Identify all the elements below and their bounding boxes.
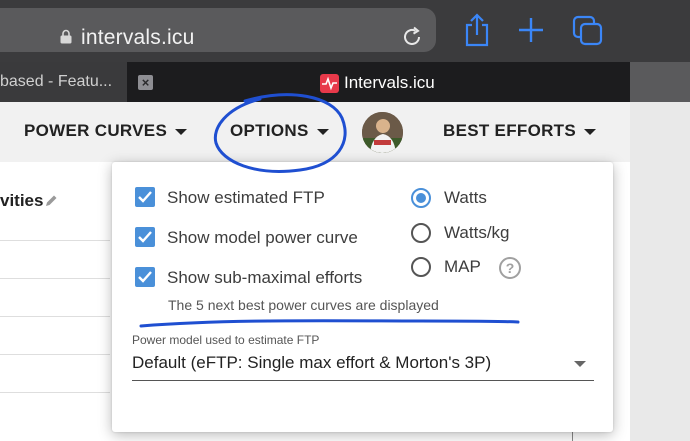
help-icon[interactable]: ? — [499, 257, 521, 279]
power-model-caption: Power model used to estimate FTP — [132, 333, 320, 347]
tab-strip-edge — [630, 62, 690, 102]
map-radio[interactable] — [411, 257, 431, 277]
pencil-icon[interactable] — [44, 194, 58, 208]
avatar[interactable] — [362, 112, 403, 153]
power-curves-label: POWER CURVES — [24, 121, 168, 140]
watts-label[interactable]: Watts — [444, 188, 487, 208]
chevron-down-icon — [175, 128, 188, 135]
power-model-value[interactable]: Default (eFTP: Single max effort & Morto… — [132, 353, 491, 373]
reload-icon[interactable] — [400, 25, 424, 49]
sub-maximal-hint: The 5 next best power curves are display… — [168, 297, 439, 313]
divider — [0, 354, 110, 355]
watts-per-kg-radio[interactable] — [411, 223, 431, 243]
tab-overview-icon[interactable] — [572, 15, 604, 47]
show-model-power-curve-checkbox[interactable] — [135, 227, 155, 247]
divider — [0, 392, 110, 393]
options-button[interactable]: OPTIONS — [230, 121, 329, 141]
lock-icon — [60, 29, 72, 44]
power-curves-button[interactable]: POWER CURVES — [24, 121, 188, 141]
share-icon[interactable] — [462, 13, 492, 47]
chevron-down-icon[interactable] — [574, 361, 586, 367]
new-tab-icon[interactable] — [517, 16, 545, 44]
watts-radio[interactable] — [411, 188, 431, 208]
best-efforts-button[interactable]: BEST EFFORTS — [443, 121, 596, 141]
best-efforts-label: BEST EFFORTS — [443, 121, 576, 140]
chevron-down-icon — [316, 128, 329, 135]
tab-active-title[interactable]: Intervals.icu — [344, 73, 435, 93]
show-model-power-curve-label[interactable]: Show model power curve — [167, 228, 358, 248]
checkmark-icon — [138, 271, 152, 283]
divider — [0, 278, 110, 279]
map-label[interactable]: MAP — [444, 257, 481, 277]
show-sub-maximal-efforts-label[interactable]: Show sub-maximal efforts — [167, 268, 362, 288]
divider — [0, 316, 110, 317]
divider — [0, 240, 110, 241]
show-estimated-ftp-checkbox[interactable] — [135, 187, 155, 207]
watts-per-kg-label[interactable]: Watts/kg — [444, 223, 510, 243]
url-text: intervals.icu — [81, 26, 195, 49]
show-estimated-ftp-label[interactable]: Show estimated FTP — [167, 188, 325, 208]
options-label: OPTIONS — [230, 121, 309, 140]
show-sub-maximal-efforts-checkbox[interactable] — [135, 267, 155, 287]
activities-heading: vities — [0, 191, 44, 210]
close-tab-icon[interactable]: × — [138, 75, 153, 90]
select-underline — [132, 380, 594, 381]
toolbar-edge — [630, 102, 690, 441]
checkmark-icon — [138, 231, 152, 243]
chevron-down-icon — [584, 128, 596, 135]
browser-chrome: intervals.icu — [0, 0, 690, 62]
favicon-icon — [320, 74, 339, 93]
tab-inactive[interactable]: based - Featu... — [0, 62, 127, 102]
address-bar[interactable]: intervals.icu — [0, 8, 436, 52]
checkmark-icon — [138, 191, 152, 203]
tab-title: based - Featu... — [0, 73, 113, 90]
tab-strip: based - Featu... × Intervals.icu — [0, 62, 690, 102]
